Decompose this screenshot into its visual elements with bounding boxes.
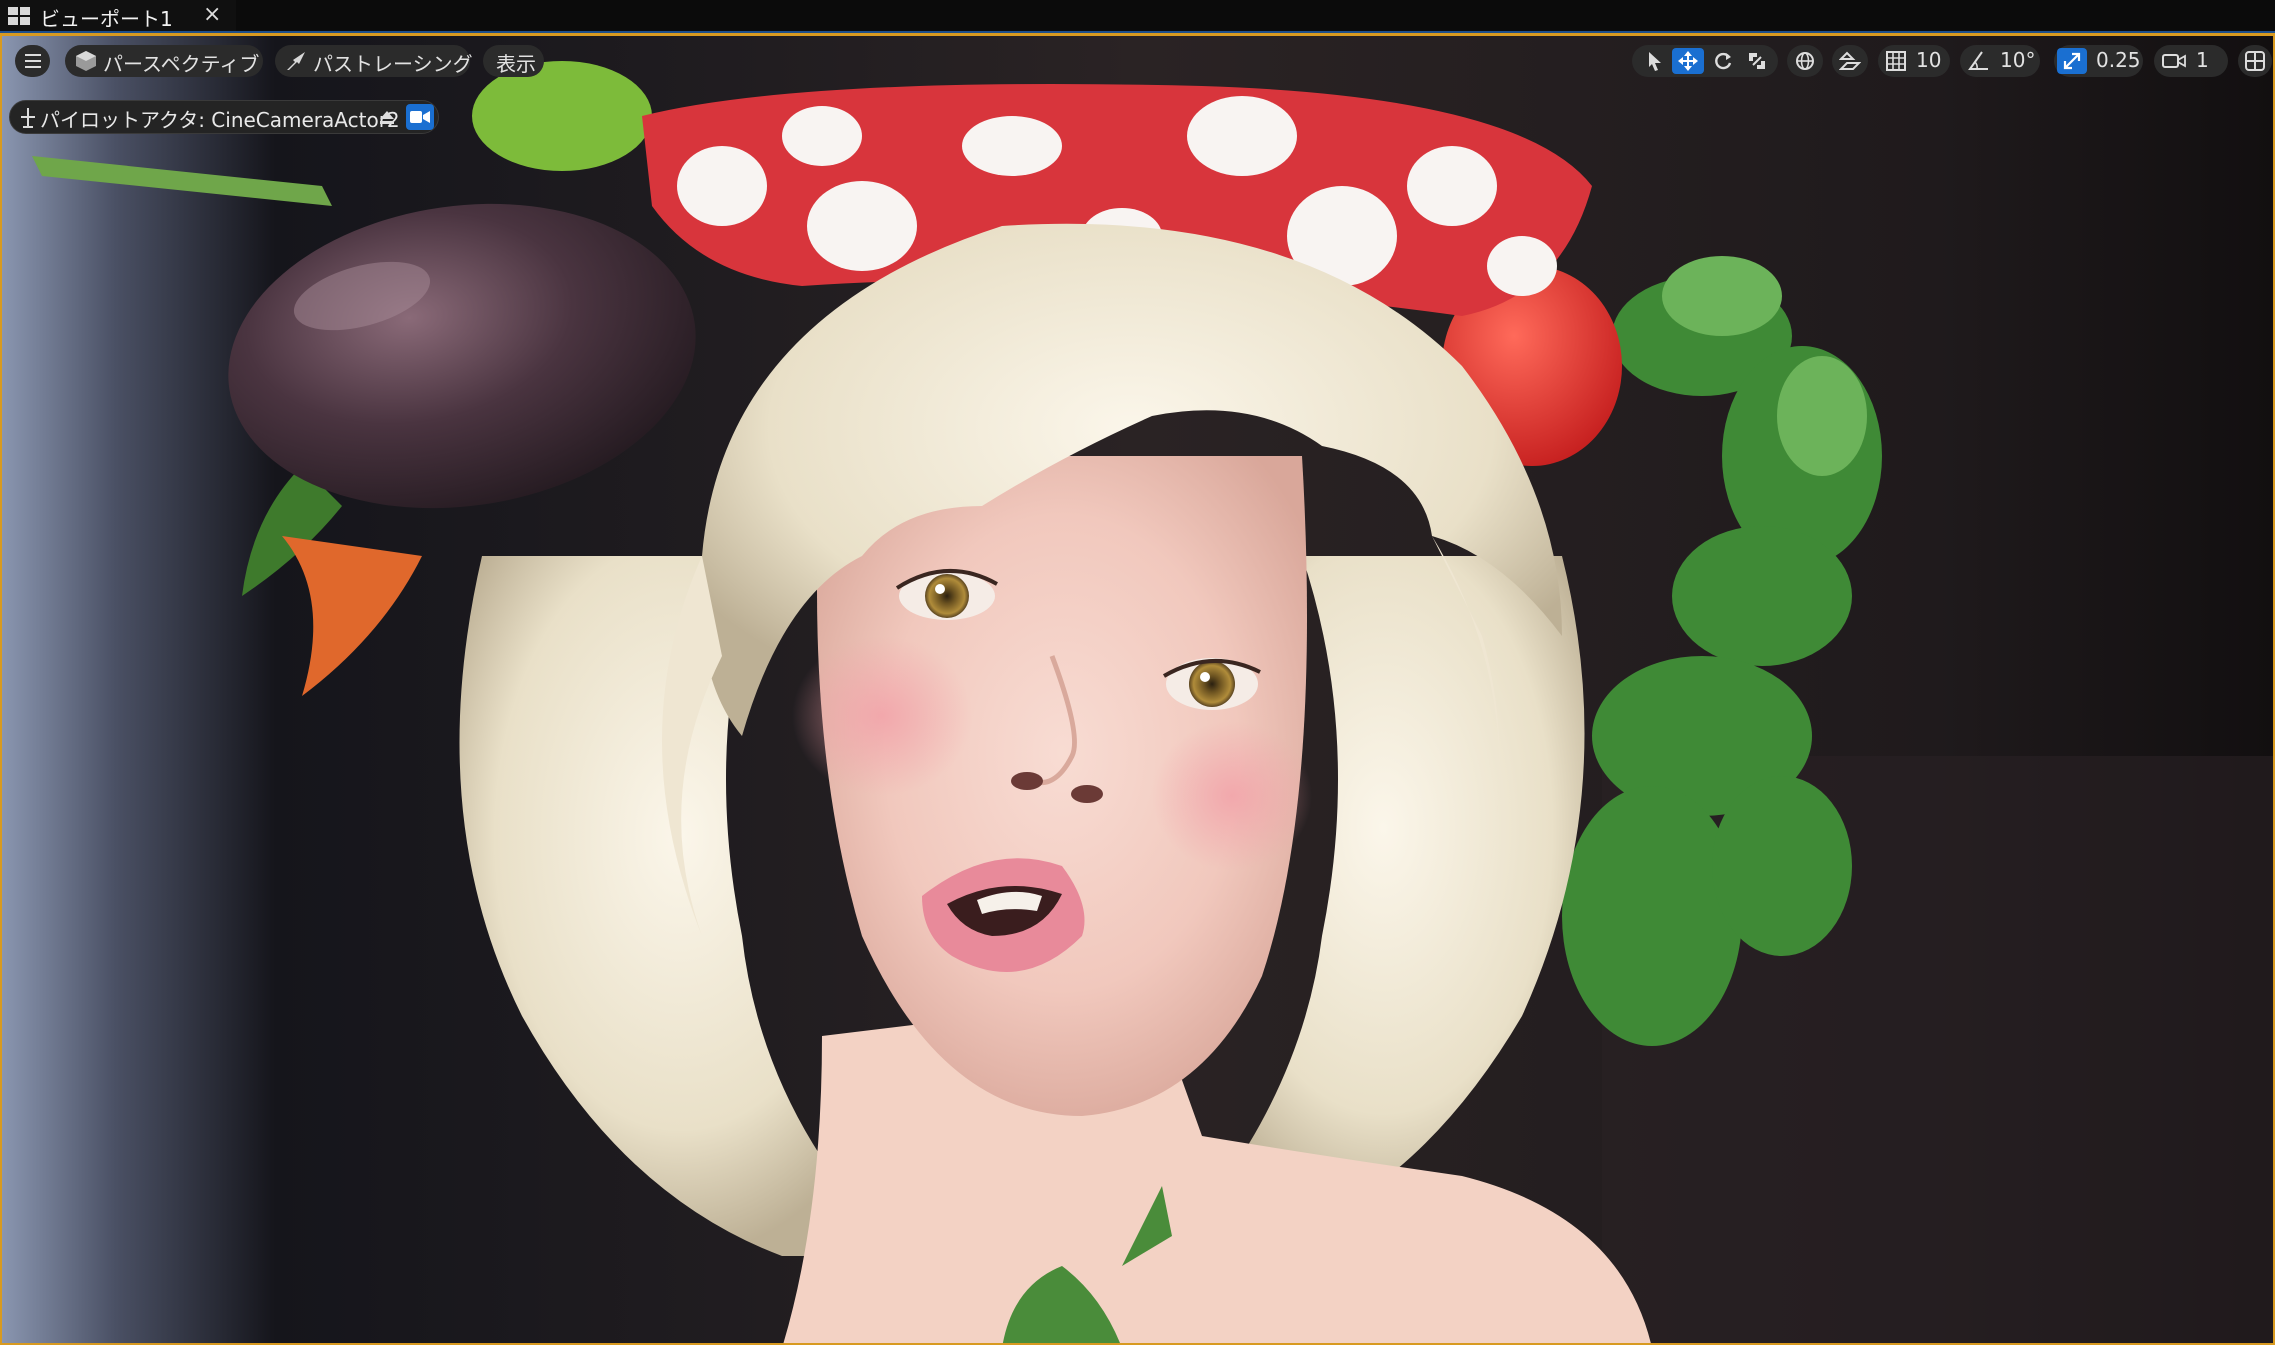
scale-snap-toggle[interactable] <box>2057 48 2087 74</box>
select-tool-button[interactable] <box>1640 48 1670 74</box>
camera-icon <box>2162 54 2186 68</box>
rotation-snap-control[interactable]: 10° <box>1960 45 2040 77</box>
tab-title: ビューポート1 <box>40 7 173 31</box>
hamburger-icon <box>25 54 41 68</box>
tab-close-button[interactable]: × <box>203 2 221 27</box>
coordinate-system-button[interactable] <box>1787 45 1823 77</box>
rotate-tool-button[interactable] <box>1708 48 1738 74</box>
pathtracing-label: パストレーシング <box>313 52 473 76</box>
camera-speed-value: 1 <box>2196 48 2209 72</box>
pathtracing-icon <box>287 52 305 70</box>
pathtracing-button[interactable]: パストレーシング <box>275 45 473 77</box>
pilot-actor-label: パイロットアクタ: CineCameraActor2 <box>40 108 400 132</box>
cursor-icon <box>1649 52 1661 71</box>
menu-button[interactable] <box>15 45 50 77</box>
globe-icon <box>1796 52 1814 70</box>
translate-tool-button[interactable] <box>1672 48 1704 74</box>
scale-icon <box>1749 53 1765 69</box>
perspective-label: パースペクティブ <box>103 52 260 76</box>
scale-snap-control[interactable]: 0.25 <box>2054 45 2143 77</box>
viewport-layout-button[interactable] <box>2238 45 2272 77</box>
rotation-snap-value: 10° <box>2000 48 2036 72</box>
layout-icon <box>2245 51 2265 71</box>
move-icon <box>1678 51 1698 71</box>
scale-arrow-icon <box>2063 52 2081 70</box>
scale-snap-value: 0.25 <box>2096 48 2141 72</box>
transform-tools <box>1632 45 1778 77</box>
grid-snap-control[interactable]: 10 <box>1878 45 1950 77</box>
tab-bar: ビューポート1 × <box>0 0 2275 33</box>
grid-snap-value: 10 <box>1916 48 1942 72</box>
show-button[interactable]: 表示 <box>483 45 544 77</box>
surface-snap-button[interactable] <box>1832 45 1868 77</box>
rotate-icon <box>1715 52 1732 70</box>
grid-snap-icon <box>1886 51 1906 71</box>
viewport[interactable]: パースペクティブ パストレーシング 表示 10 10° 0.25 1 パイロット… <box>0 33 2275 1345</box>
cube-icon <box>76 51 96 71</box>
camera-solid-icon <box>410 111 430 123</box>
camera-speed-control[interactable]: 1 <box>2154 45 2228 77</box>
viewport-grid-icon <box>8 7 30 25</box>
camera-preview-toggle[interactable] <box>406 104 434 130</box>
surface-snap-icon <box>1839 51 1861 70</box>
tab-viewport1[interactable]: ビューポート1 × <box>0 0 236 31</box>
angle-icon <box>1968 51 1988 70</box>
eject-button[interactable] <box>372 103 402 131</box>
pilot-actor-bar: パイロットアクタ: CineCameraActor2 <box>9 100 439 134</box>
rendered-scene <box>2 36 2273 1343</box>
pilot-pin-icon <box>21 108 35 128</box>
show-label: 表示 <box>496 52 536 76</box>
perspective-button[interactable]: パースペクティブ <box>65 45 263 77</box>
scale-tool-button[interactable] <box>1742 48 1772 74</box>
eject-icon <box>380 111 394 124</box>
